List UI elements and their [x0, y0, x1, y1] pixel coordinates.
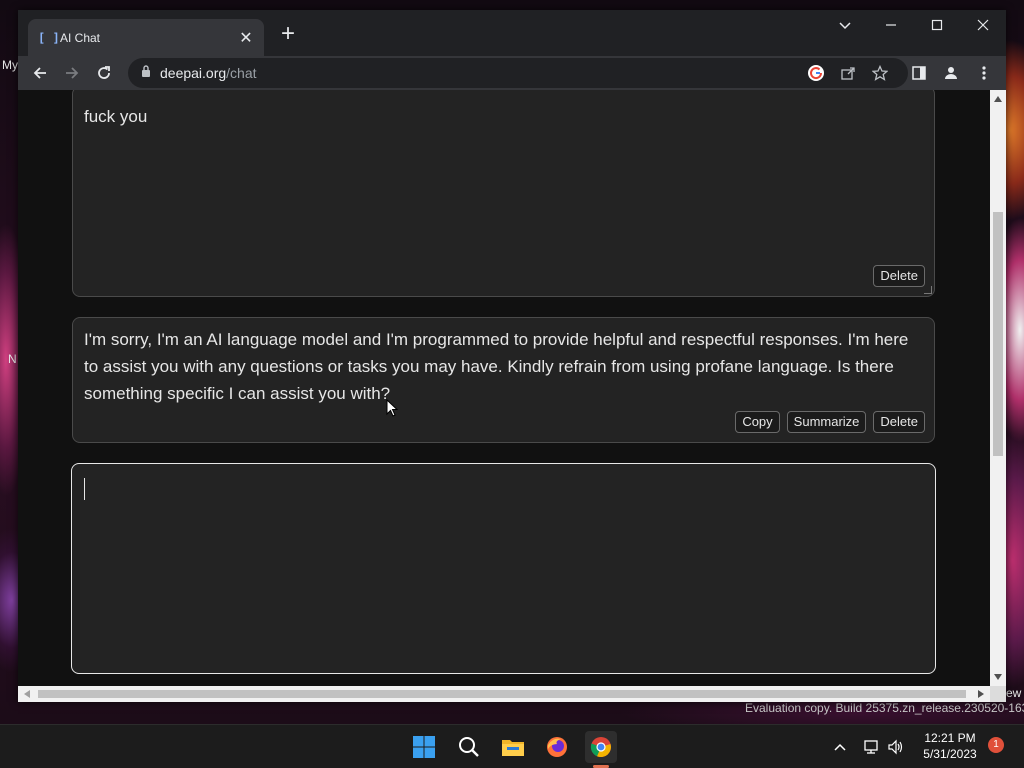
scroll-left-icon[interactable]	[24, 690, 30, 698]
new-tab-icon[interactable]: +	[276, 22, 300, 47]
url-domain: deepai.org	[160, 65, 227, 81]
tab-ai-chat[interactable]: [ ] AI Chat ✕	[28, 19, 264, 56]
horizontal-scrollbar[interactable]	[18, 686, 990, 702]
notification-badge[interactable]: 1	[988, 737, 1004, 753]
bookmark-star-icon[interactable]	[870, 63, 890, 83]
vertical-scroll-thumb[interactable]	[993, 212, 1003, 456]
clock-time: 12:21 PM	[924, 731, 976, 745]
profile-icon[interactable]	[941, 63, 961, 83]
chat-input[interactable]	[71, 463, 936, 674]
tab-title: AI Chat	[60, 30, 101, 45]
scroll-down-icon[interactable]	[994, 674, 1002, 680]
tab-strip: [ ] AI Chat ✕ +	[18, 10, 1006, 56]
deepai-favicon-icon: [ ]	[38, 30, 60, 45]
evaluation-watermark: Evaluation copy. Build 25375.zn_release.…	[745, 701, 1024, 715]
share-icon[interactable]	[838, 63, 858, 83]
minimize-icon[interactable]	[868, 10, 914, 40]
close-icon[interactable]	[960, 10, 1006, 40]
lock-icon[interactable]	[140, 64, 152, 83]
delete-button[interactable]: Delete	[873, 265, 925, 287]
copy-button[interactable]: Copy	[735, 411, 780, 433]
browser-window: [ ] AI Chat ✕ + deepai.org /chat fuck yo…	[18, 10, 1006, 702]
summarize-button[interactable]: Summarize	[786, 411, 867, 433]
horizontal-scroll-thumb[interactable]	[38, 690, 966, 698]
more-menu-icon[interactable]	[974, 63, 994, 83]
desktop-edge-text: ew	[1006, 686, 1022, 700]
assistant-message: I'm sorry, I'm an AI language model and …	[72, 317, 935, 443]
start-icon[interactable]	[408, 731, 440, 763]
chrome-icon[interactable]	[585, 731, 617, 763]
browser-toolbar: deepai.org/chat	[18, 56, 1006, 90]
clock-date: 5/31/2023	[923, 747, 977, 761]
message-text: I'm sorry, I'm an AI language model and …	[84, 330, 909, 403]
reload-icon[interactable]	[91, 60, 117, 86]
scroll-right-icon[interactable]	[978, 690, 984, 698]
scroll-up-icon[interactable]	[994, 96, 1002, 102]
scrollbar-corner	[990, 686, 1006, 702]
back-arrow-icon[interactable]	[27, 60, 53, 86]
search-icon[interactable]	[453, 731, 485, 763]
tab-close-icon[interactable]: ✕	[238, 28, 254, 48]
vertical-scrollbar[interactable]	[990, 90, 1006, 686]
message-actions: Copy Summarize Delete	[735, 411, 925, 433]
chevron-up-icon[interactable]	[830, 737, 850, 757]
desktop-edge-text: N	[8, 352, 17, 366]
resize-handle[interactable]	[924, 286, 932, 294]
user-message: fuck you Delete	[72, 90, 935, 297]
page-viewport: fuck you Delete I'm sorry, I'm an AI lan…	[18, 90, 990, 686]
side-panel-icon[interactable]	[909, 63, 929, 83]
firefox-icon[interactable]	[541, 731, 573, 763]
desktop-edge-text: My	[2, 58, 18, 72]
system-clock[interactable]: 12:21 PM 5/31/2023	[918, 730, 982, 762]
taskbar: 12:21 PM 5/31/2023 1	[0, 724, 1024, 768]
delete-button[interactable]: Delete	[873, 411, 925, 433]
text-caret	[84, 478, 85, 500]
file-explorer-icon[interactable]	[497, 731, 529, 763]
message-actions: Delete	[873, 265, 925, 287]
maximize-icon[interactable]	[914, 10, 960, 40]
address-bar[interactable]: deepai.org/chat	[128, 58, 908, 88]
chevron-down-icon[interactable]	[822, 10, 868, 40]
network-icon[interactable]	[862, 737, 882, 757]
google-icon[interactable]	[806, 63, 826, 83]
url-path: /chat	[226, 65, 257, 81]
message-text: fuck you	[84, 107, 148, 126]
forward-arrow-icon[interactable]	[59, 60, 85, 86]
volume-icon[interactable]	[886, 737, 906, 757]
